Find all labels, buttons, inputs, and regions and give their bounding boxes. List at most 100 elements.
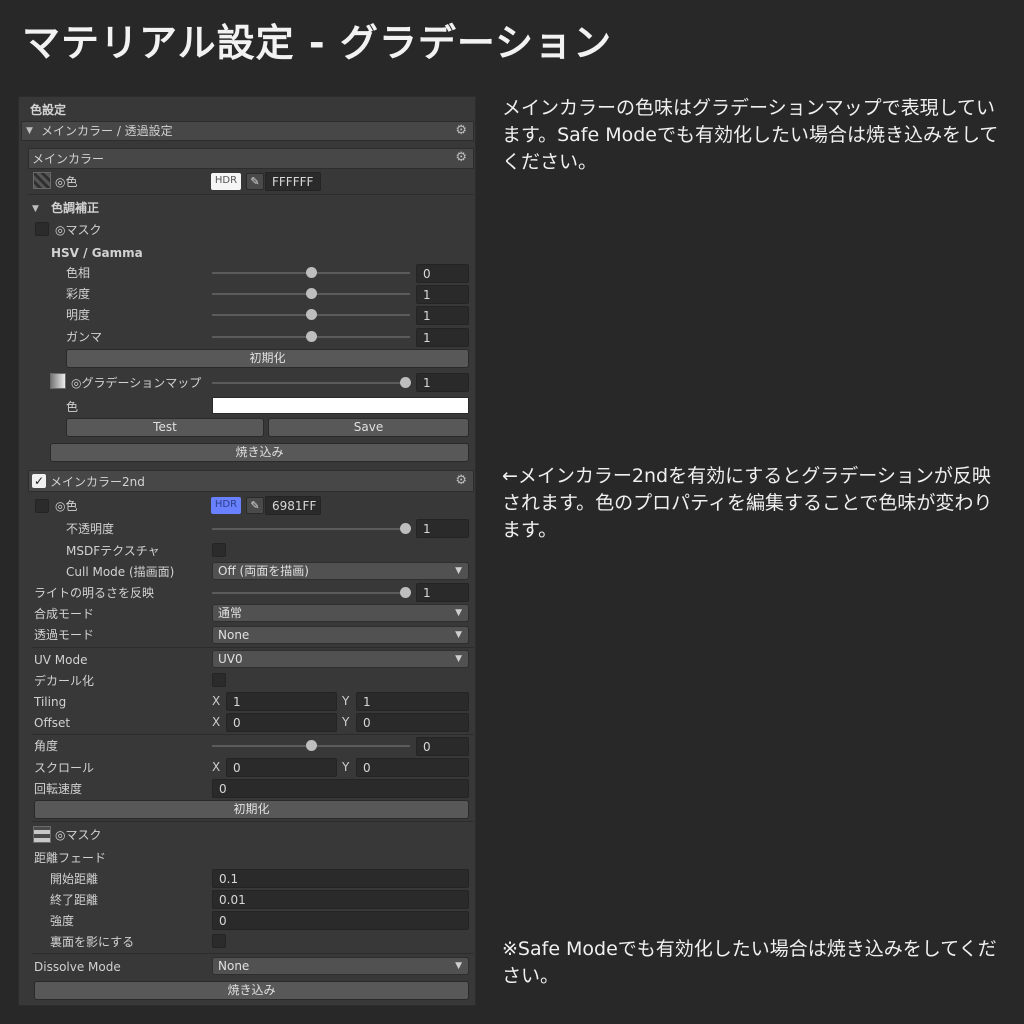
backface-shadow-label: 裏面を影にする [50, 935, 135, 949]
light-slider-track[interactable] [212, 592, 410, 594]
dropdown-arrow-icon: ▼ [455, 566, 462, 576]
texture-thumbnail-icon[interactable] [33, 172, 51, 189]
uv-mode-dropdown[interactable]: UV0 ▼ [212, 650, 469, 668]
fade-strength-field[interactable]: 0 [212, 911, 469, 930]
slider-label: 明度 [66, 308, 91, 322]
inspector-panel: 色設定 ▼ メインカラー / 透過設定 ⚙ メインカラー ⚙ ◎色 HDR ✎ … [18, 96, 476, 1006]
offset-y-field[interactable]: 0 [356, 713, 469, 732]
fade-end-field[interactable]: 0.01 [212, 890, 469, 909]
x-label: X [212, 760, 221, 774]
backface-shadow-checkbox[interactable] [212, 934, 226, 948]
bake-button-2nd[interactable]: 焼き込み [34, 981, 469, 1000]
dropdown-arrow-icon: ▼ [455, 630, 462, 640]
main-color-header[interactable]: メインカラー ⚙ [28, 148, 474, 169]
mask-texture-slot[interactable] [35, 222, 49, 236]
transparency-mode-dropdown[interactable]: None ▼ [212, 626, 469, 644]
dissolve-mode-dropdown[interactable]: None ▼ [212, 957, 469, 975]
gear-icon[interactable]: ⚙ [455, 123, 467, 138]
main-color-title: メインカラー [32, 152, 105, 166]
fade-start-label: 開始距離 [50, 872, 99, 886]
saturation-value-field[interactable]: 1 [416, 285, 469, 304]
eyedropper-icon[interactable]: ✎ [246, 497, 264, 514]
slider-label: ガンマ [66, 330, 103, 344]
scroll-y-field[interactable]: 0 [356, 758, 469, 777]
dropdown-arrow-icon: ▼ [455, 961, 462, 971]
brightness-slider-knob[interactable] [306, 309, 317, 320]
main-color-hex-field[interactable]: FFFFFF [265, 172, 321, 191]
main-color-2nd-title: メインカラー2nd [50, 475, 145, 489]
gradient-texture-icon[interactable] [50, 373, 66, 389]
gradient-color-field[interactable] [212, 397, 469, 414]
cull-mode-dropdown[interactable]: Off (両面を描画) ▼ [212, 562, 469, 580]
note-top: メインカラーの色味はグラデーションマップで表現しています。Safe Modeでも… [502, 97, 999, 173]
scroll-x-field[interactable]: 0 [226, 758, 337, 777]
gear-icon[interactable]: ⚙ [455, 473, 467, 488]
save-button[interactable]: Save [268, 418, 469, 437]
checkmark-icon[interactable]: ✓ [32, 474, 46, 488]
dropdown-arrow-icon: ▼ [455, 654, 462, 664]
reset-button-2nd[interactable]: 初期化 [34, 800, 469, 819]
distance-fade-label: 距離フェード [34, 851, 107, 865]
dissolve-mode-value: None [218, 959, 250, 973]
blend-mode-value: 通常 [218, 606, 243, 620]
offset-x-field[interactable]: 0 [226, 713, 337, 732]
gamma-slider-knob[interactable] [306, 331, 317, 342]
gradation-value-field[interactable]: 1 [416, 373, 469, 392]
rotate-speed-field[interactable]: 0 [212, 779, 469, 798]
hue-value-field[interactable]: 0 [416, 264, 469, 283]
hue-slider-knob[interactable] [306, 267, 317, 278]
y-label: Y [342, 715, 350, 729]
gear-icon[interactable]: ⚙ [455, 150, 467, 165]
angle-value-field[interactable]: 0 [416, 737, 469, 756]
hdr-color-swatch[interactable]: HDR [211, 497, 241, 514]
mask-label: ◎マスク [55, 223, 102, 237]
gradation-map-label: ◎グラデーションマップ [71, 376, 202, 390]
main-color-2nd-hex-field[interactable]: 6981FF [265, 496, 321, 515]
saturation-slider-knob[interactable] [306, 288, 317, 299]
msdf-checkbox[interactable] [212, 543, 226, 557]
angle-slider-knob[interactable] [306, 740, 317, 751]
foldout-label: メインカラー / 透過設定 [41, 124, 173, 138]
blend-mode-dropdown[interactable]: 通常 ▼ [212, 604, 469, 622]
light-label: ライトの明るさを反映 [34, 586, 155, 600]
opacity-value-field[interactable]: 1 [416, 519, 469, 538]
tiling-label: Tiling [34, 695, 67, 709]
color-texture-slot[interactable] [35, 499, 49, 513]
brightness-value-field[interactable]: 1 [416, 306, 469, 325]
rotate-speed-label: 回転速度 [34, 782, 83, 796]
main-color-2nd-label: ◎色 [55, 499, 78, 513]
main-color-2nd-header[interactable]: ✓ メインカラー2nd ⚙ [28, 470, 474, 492]
uv-mode-label: UV Mode [34, 653, 88, 667]
offset-label: Offset [34, 716, 71, 730]
decal-checkbox[interactable] [212, 673, 226, 687]
y-label: Y [342, 760, 350, 774]
tone-correction-header[interactable]: 色調補正 [51, 200, 99, 216]
eyedropper-icon[interactable]: ✎ [246, 173, 264, 190]
test-button[interactable]: Test [66, 418, 264, 437]
opacity-slider-knob[interactable] [400, 523, 411, 534]
foldout-main-transparency[interactable]: ▼ メインカラー / 透過設定 ⚙ [21, 121, 474, 141]
opacity-slider-track[interactable] [212, 528, 410, 530]
angle-label: 角度 [34, 739, 59, 753]
opacity-label: 不透明度 [66, 522, 115, 536]
uv-mode-value: UV0 [218, 652, 243, 666]
light-slider-knob[interactable] [400, 587, 411, 598]
hdr-color-swatch[interactable]: HDR [211, 173, 241, 190]
tiling-y-field[interactable]: 1 [356, 692, 469, 711]
x-label: X [212, 694, 221, 708]
fade-start-field[interactable]: 0.1 [212, 869, 469, 888]
mask-texture-icon[interactable] [33, 826, 51, 843]
section-heading: 色設定 [30, 103, 67, 117]
reset-button[interactable]: 初期化 [66, 349, 469, 368]
light-value-field[interactable]: 1 [416, 583, 469, 602]
gradation-slider-knob[interactable] [400, 377, 411, 388]
dissolve-mode-label: Dissolve Mode [34, 960, 121, 974]
bake-button[interactable]: 焼き込み [50, 443, 469, 462]
gamma-value-field[interactable]: 1 [416, 328, 469, 347]
note-bottom: ※Safe Modeでも有効化したい場合は焼き込みをしてください。 [502, 938, 997, 987]
slider-label: 彩度 [66, 287, 91, 301]
triangle-down-icon: ▼ [26, 126, 33, 136]
page-title: マテリアル設定 - グラデーション [22, 21, 613, 65]
tiling-x-field[interactable]: 1 [226, 692, 337, 711]
gradation-slider-track[interactable] [212, 382, 410, 384]
